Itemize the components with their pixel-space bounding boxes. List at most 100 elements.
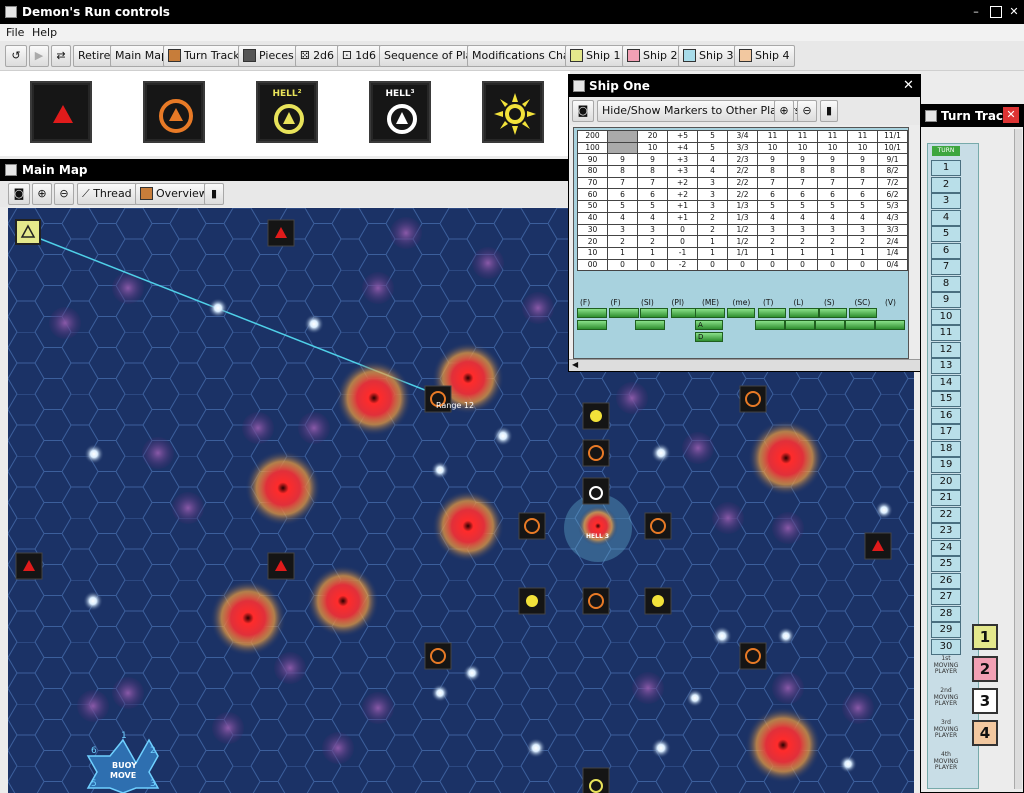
stat-cell[interactable]: 8 <box>787 165 818 178</box>
stat-cell[interactable] <box>607 141 638 155</box>
retire-button[interactable]: Retire <box>73 45 116 67</box>
stat-cell[interactable]: 8 <box>847 165 878 178</box>
stat-cell[interactable]: 9 <box>637 153 668 167</box>
stat-cell[interactable]: 0 <box>757 258 788 272</box>
stat-cell[interactable]: 5 <box>697 141 728 155</box>
stat-cell[interactable]: 9 <box>847 153 878 167</box>
player-marker[interactable]: 2 <box>972 656 998 682</box>
stat-cell[interactable]: 00 <box>577 258 608 272</box>
stat-cell[interactable]: 11/1 <box>877 130 908 143</box>
stat-cell[interactable]: 2 <box>787 235 818 248</box>
stat-cell[interactable]: 3 <box>697 176 728 190</box>
ship-stack-button[interactable]: ▮ <box>820 100 838 122</box>
stat-cell[interactable]: 1 <box>817 246 848 260</box>
marker-bar[interactable] <box>755 320 785 330</box>
ship-one-close-icon[interactable]: ✕ <box>903 78 914 93</box>
stat-cell[interactable]: +3 <box>667 153 698 167</box>
stat-cell[interactable]: 1/4 <box>877 246 908 260</box>
turn-cell[interactable]: 7 <box>931 259 961 275</box>
stat-cell[interactable]: 10 <box>817 141 848 155</box>
turn-cell[interactable]: 11 <box>931 325 961 341</box>
stat-cell[interactable]: 0 <box>607 258 638 272</box>
palette-piece-hell3[interactable]: HELL³ <box>369 81 431 143</box>
turn-cell[interactable]: 14 <box>931 374 961 391</box>
stat-cell[interactable]: 4 <box>847 211 878 225</box>
stat-cell[interactable] <box>607 130 638 143</box>
stat-cell[interactable]: +2 <box>667 188 698 202</box>
stat-cell[interactable]: 3 <box>817 223 848 237</box>
stat-cell[interactable]: 3 <box>697 188 728 202</box>
stat-cell[interactable]: 11 <box>817 130 848 143</box>
stat-cell[interactable]: 2 <box>697 223 728 237</box>
stat-cell[interactable]: 5 <box>637 200 668 213</box>
turn-cell[interactable]: 17 <box>931 424 961 440</box>
stat-cell[interactable]: 5 <box>697 130 728 143</box>
stat-cell[interactable]: 2/2 <box>727 176 758 190</box>
ship2-button[interactable]: Ship 2 <box>622 45 683 67</box>
stat-cell[interactable]: 1 <box>607 246 638 260</box>
stat-cell[interactable]: 0 <box>667 223 698 237</box>
map-zoom-in-button[interactable]: ⊕ <box>32 183 52 205</box>
stat-cell[interactable]: 2/4 <box>877 235 908 248</box>
stat-cell[interactable]: 1/3 <box>727 200 758 213</box>
stat-cell[interactable]: 20 <box>637 130 668 143</box>
map-zoom-out-button[interactable]: ⊖ <box>54 183 74 205</box>
stat-cell[interactable]: -2 <box>667 258 698 272</box>
stat-cell[interactable]: +5 <box>667 130 698 143</box>
stat-cell[interactable]: 0 <box>787 258 818 272</box>
stat-cell[interactable]: 6 <box>757 188 788 202</box>
stat-cell[interactable]: 50 <box>577 200 608 213</box>
stat-cell[interactable]: 20 <box>577 235 608 248</box>
stat-cell[interactable]: 8 <box>607 165 638 178</box>
overview-button[interactable]: Overview <box>135 183 213 205</box>
stat-cell[interactable]: 7 <box>757 176 788 190</box>
stat-cell[interactable]: 3 <box>847 223 878 237</box>
scroll-left-icon[interactable]: ◀ <box>572 360 578 369</box>
palette-piece-red-triangle[interactable] <box>30 81 92 143</box>
turn-cell[interactable]: 26 <box>931 572 961 589</box>
stat-cell[interactable]: 6 <box>847 188 878 202</box>
thread-button[interactable]: ⟋ Thread <box>77 183 137 205</box>
marker-bar[interactable] <box>849 308 877 318</box>
stat-cell[interactable]: 9/1 <box>877 153 908 167</box>
stat-cell[interactable]: 6 <box>787 188 818 202</box>
marker-bar[interactable] <box>609 308 639 318</box>
ship-zoom-out-button[interactable]: ⊖ <box>797 100 817 122</box>
roll-1d6-button[interactable]: ⚀ 1d6 <box>337 45 382 67</box>
marker-bar[interactable] <box>635 320 665 330</box>
stat-cell[interactable]: 4 <box>787 211 818 225</box>
stat-cell[interactable]: 4 <box>697 153 728 167</box>
stat-cell[interactable]: 10 <box>577 246 608 260</box>
pieces-button[interactable]: Pieces <box>238 45 299 67</box>
marker-bar[interactable] <box>577 308 607 318</box>
stat-cell[interactable]: 8/2 <box>877 165 908 178</box>
stat-cell[interactable]: 7 <box>637 176 668 190</box>
stat-cell[interactable]: 8 <box>637 165 668 178</box>
menu-file[interactable]: File <box>6 26 24 39</box>
stat-cell[interactable]: 1 <box>847 246 878 260</box>
turn-cell[interactable]: 5 <box>931 226 961 242</box>
stat-cell[interactable]: 8 <box>817 165 848 178</box>
menu-help[interactable]: Help <box>32 26 57 39</box>
marker-bar[interactable] <box>640 308 668 318</box>
turn-cell[interactable]: 22 <box>931 506 961 523</box>
stat-cell[interactable]: 11 <box>757 130 788 143</box>
stat-cell[interactable]: 1 <box>637 246 668 260</box>
stat-cell[interactable]: 200 <box>577 130 608 143</box>
stat-cell[interactable]: 90 <box>577 153 608 167</box>
turn-cell[interactable]: 2 <box>931 176 961 193</box>
marker-bar[interactable] <box>577 320 607 330</box>
stat-cell[interactable]: +2 <box>667 176 698 190</box>
stat-cell[interactable]: 9 <box>787 153 818 167</box>
stat-cell[interactable]: 0 <box>697 258 728 272</box>
stat-cell[interactable]: 10 <box>787 141 818 155</box>
stat-cell[interactable]: 3 <box>757 223 788 237</box>
map-camera-button[interactable]: ◙ <box>8 183 30 205</box>
stat-cell[interactable]: 11 <box>787 130 818 143</box>
stat-cell[interactable]: 60 <box>577 188 608 202</box>
player-marker[interactable]: 1 <box>972 624 998 650</box>
stat-cell[interactable]: 0 <box>727 258 758 272</box>
stat-cell[interactable]: 2 <box>607 235 638 248</box>
stat-cell[interactable]: 9 <box>817 153 848 167</box>
turn-cell[interactable]: 27 <box>931 589 961 605</box>
